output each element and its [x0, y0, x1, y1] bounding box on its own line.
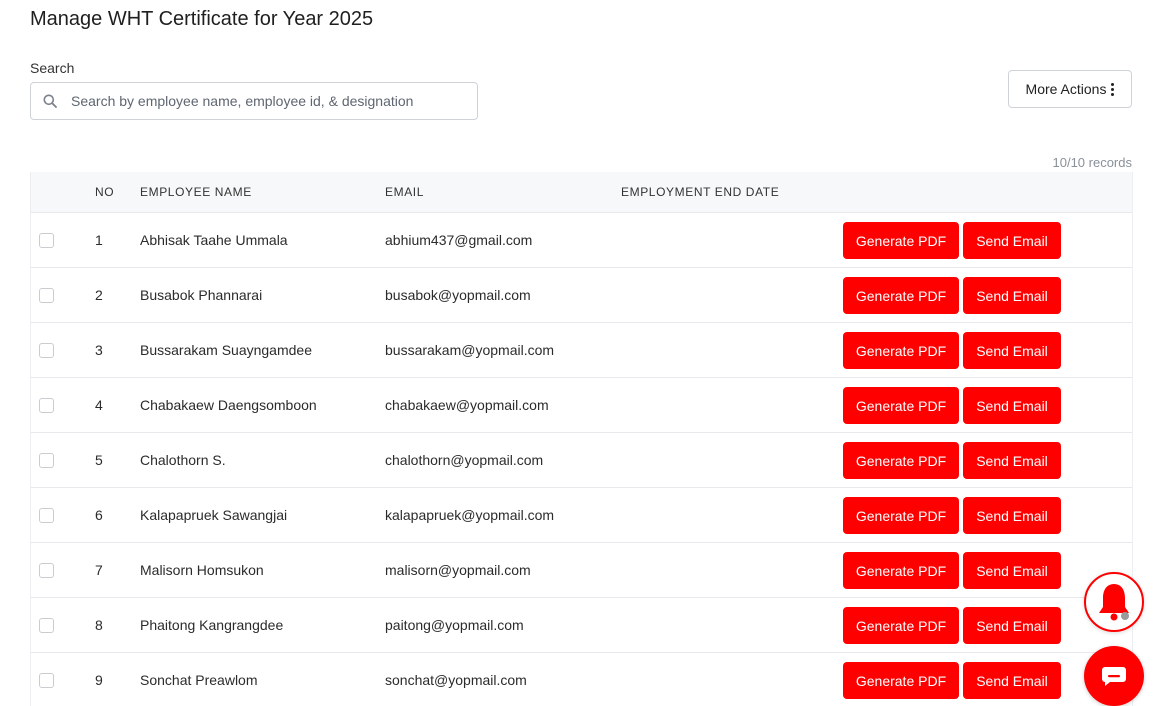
- send-email-button[interactable]: Send Email: [963, 442, 1061, 479]
- row-employee-name: Chalothorn S.: [140, 452, 226, 468]
- row-employee-name: Malisorn Homsukon: [140, 562, 264, 578]
- row-no: 3: [95, 342, 103, 358]
- search-icon: [43, 94, 57, 108]
- table-row: 1 Abhisak Taahe Ummala abhium437@gmail.com…: [31, 213, 1132, 268]
- row-checkbox[interactable]: [39, 398, 54, 413]
- generate-pdf-button[interactable]: Generate PDF: [843, 662, 959, 699]
- table-row: 3 Bussarakam Suayngamdee bussarakam@yopmai…: [31, 323, 1132, 378]
- send-email-button[interactable]: Send Email: [963, 497, 1061, 534]
- row-no: 9: [95, 672, 103, 688]
- row-checkbox[interactable]: [39, 508, 54, 523]
- chat-button[interactable]: [1084, 646, 1144, 706]
- row-no: 2: [95, 287, 103, 303]
- notification-button[interactable]: [1084, 572, 1144, 632]
- row-employee-name: Chabakaew Daengsomboon: [140, 397, 317, 413]
- row-checkbox[interactable]: [39, 563, 54, 578]
- row-checkbox[interactable]: [39, 233, 54, 248]
- search-label: Search: [30, 60, 75, 76]
- header-employment-end-date: EMPLOYMENT END DATE: [621, 185, 780, 199]
- row-email: busabok@yopmail.com: [385, 287, 531, 303]
- page-title: Manage WHT Certificate for Year 2025: [30, 8, 374, 30]
- bell-icon: [1099, 584, 1129, 621]
- chat-icon: [1102, 667, 1126, 686]
- row-employee-name: Bussarakam Suayngamdee: [140, 342, 312, 358]
- row-employee-name: Kalapapruek Sawangjai: [140, 507, 288, 523]
- header-employee-name: EMPLOYEE NAME: [140, 185, 252, 199]
- table-row: 8 Phaitong Kangrangdee paitong@yopmail.com…: [31, 598, 1132, 653]
- generate-pdf-button[interactable]: Generate PDF: [843, 277, 959, 314]
- row-no: 1: [95, 232, 103, 248]
- row-employee-name: Sonchat Preawlom: [140, 672, 258, 688]
- send-email-button[interactable]: Send Email: [963, 387, 1061, 424]
- send-email-button[interactable]: Send Email: [963, 222, 1061, 259]
- row-email: chalothorn@yopmail.com: [385, 452, 544, 468]
- table-row: 4 Chabakaew Daengsomboon chabakaew@yopmail…: [31, 378, 1132, 433]
- row-no: 8: [95, 617, 103, 633]
- kebab-vertical-icon: [1111, 82, 1115, 96]
- wht-certificate-page: Manage WHT Certificate for Year 2025 Sea…: [0, 0, 1159, 706]
- table-body: 1 Abhisak Taahe Ummala abhium437@gmail.com…: [31, 213, 1132, 706]
- table-row: 5 Chalothorn S. chalothorn@yopmail.com Gene…: [31, 433, 1132, 488]
- search-box[interactable]: [30, 82, 478, 120]
- row-email: paitong@yopmail.com: [385, 617, 524, 633]
- table-row: 7 Malisorn Homsukon malisorn@yopmail.com Ge…: [31, 543, 1132, 598]
- row-checkbox[interactable]: [39, 288, 54, 303]
- records-count: 10/10 records: [1052, 155, 1133, 170]
- row-email: chabakaew@yopmail.com: [385, 397, 549, 413]
- row-email: kalapapruek@yopmail.com: [385, 507, 555, 523]
- row-email: abhium437@gmail.com: [385, 232, 533, 248]
- row-checkbox[interactable]: [39, 453, 54, 468]
- generate-pdf-button[interactable]: Generate PDF: [843, 387, 959, 424]
- generate-pdf-button[interactable]: Generate PDF: [843, 552, 959, 589]
- send-email-button[interactable]: Send Email: [963, 552, 1061, 589]
- table-row: 9 Sonchat Preawlom sonchat@yopmail.com Gene…: [31, 653, 1132, 706]
- row-employee-name: Phaitong Kangrangdee: [140, 617, 284, 633]
- more-actions-label: More Actions: [1025, 81, 1107, 97]
- row-checkbox[interactable]: [39, 618, 54, 633]
- send-email-button[interactable]: Send Email: [963, 607, 1061, 644]
- generate-pdf-button[interactable]: Generate PDF: [843, 222, 959, 259]
- row-no: 6: [95, 507, 103, 523]
- row-no: 5: [95, 452, 103, 468]
- row-employee-name: Abhisak Taahe Ummala: [140, 232, 288, 248]
- header-email: EMAIL: [385, 185, 425, 199]
- row-checkbox[interactable]: [39, 673, 54, 688]
- row-no: 7: [95, 562, 103, 578]
- employee-table: NO EMPLOYEE NAME EMAIL EMPLOYMENT END DA…: [30, 172, 1133, 706]
- more-actions-button[interactable]: More Actions: [1008, 70, 1132, 108]
- row-email: bussarakam@yopmail.com: [385, 342, 555, 358]
- generate-pdf-button[interactable]: Generate PDF: [843, 332, 959, 369]
- header-no: NO: [95, 185, 115, 199]
- generate-pdf-button[interactable]: Generate PDF: [843, 497, 959, 534]
- generate-pdf-button[interactable]: Generate PDF: [843, 442, 959, 479]
- row-employee-name: Busabok Phannarai: [140, 287, 263, 303]
- search-input[interactable]: [71, 93, 451, 109]
- row-email: malisorn@yopmail.com: [385, 562, 531, 578]
- row-email: sonchat@yopmail.com: [385, 672, 527, 688]
- table-row: 2 Busabok Phannarai busabok@yopmail.com Gen…: [31, 268, 1132, 323]
- send-email-button[interactable]: Send Email: [963, 332, 1061, 369]
- table-header: NO EMPLOYEE NAME EMAIL EMPLOYMENT END DA…: [31, 172, 1132, 213]
- send-email-button[interactable]: Send Email: [963, 277, 1061, 314]
- table-row: 6 Kalapapruek Sawangjai kalapapruek@yopmai…: [31, 488, 1132, 543]
- row-no: 4: [95, 397, 103, 413]
- send-email-button[interactable]: Send Email: [963, 662, 1061, 699]
- generate-pdf-button[interactable]: Generate PDF: [843, 607, 959, 644]
- row-checkbox[interactable]: [39, 343, 54, 358]
